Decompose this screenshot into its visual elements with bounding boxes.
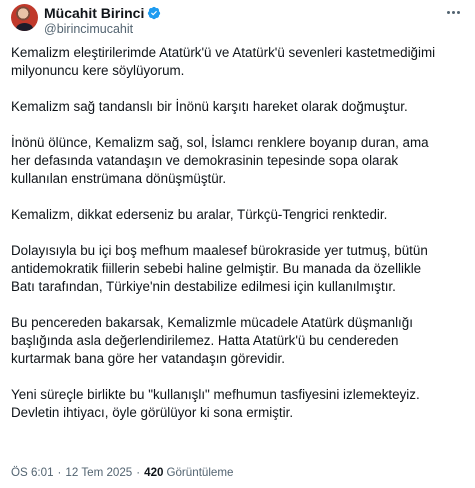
more-options-icon[interactable] bbox=[443, 6, 463, 18]
author-name-row: Mücahit Birinci bbox=[44, 5, 161, 21]
tweet-paragraph: Dolayısıyla bu içi boş mefhum maalesef b… bbox=[11, 243, 428, 294]
avatar[interactable] bbox=[11, 4, 38, 31]
tweet-paragraph: Kemalizm sağ tandanslı bir İnönü karşıtı… bbox=[11, 99, 408, 114]
author-display-name[interactable]: Mücahit Birinci bbox=[44, 5, 144, 21]
meta-separator: · bbox=[136, 466, 141, 479]
views-label: Görüntüleme bbox=[166, 466, 234, 479]
tweet-card: Mücahit Birinci @birincimucahit Kemalizm… bbox=[0, 0, 475, 488]
more-dot bbox=[446, 10, 450, 14]
meta-separator: · bbox=[57, 466, 62, 479]
tweet-time[interactable]: ÖS 6:01 bbox=[11, 466, 54, 479]
more-dot bbox=[456, 10, 460, 14]
tweet-paragraph: Kemalizm eleştirilerimde Atatürk'ü ve At… bbox=[11, 45, 436, 78]
tweet-paragraph: Bu pencereden bakarsak, Kemalizmle mücad… bbox=[11, 315, 413, 366]
tweet-text: Kemalizm eleştirilerimde Atatürk'ü ve At… bbox=[11, 44, 467, 422]
tweet-meta: ÖS 6:01 · 12 Tem 2025 · 420 Görüntüleme bbox=[11, 466, 234, 479]
tweet-paragraph: Kemalizm, dikkat ederseniz bu aralar, Tü… bbox=[11, 207, 388, 222]
tweet-date[interactable]: 12 Tem 2025 bbox=[65, 466, 132, 479]
tweet-paragraph: Yeni süreçle birlikte bu "kullanışlı" me… bbox=[11, 387, 420, 420]
views-count: 420 bbox=[144, 466, 164, 479]
verified-badge-icon bbox=[148, 6, 161, 20]
author-handle[interactable]: @birincimucahit bbox=[44, 22, 133, 36]
tweet-paragraph: İnönü ölünce, Kemalizm sağ, sol, İslamcı… bbox=[11, 135, 429, 186]
more-dot bbox=[451, 10, 455, 14]
